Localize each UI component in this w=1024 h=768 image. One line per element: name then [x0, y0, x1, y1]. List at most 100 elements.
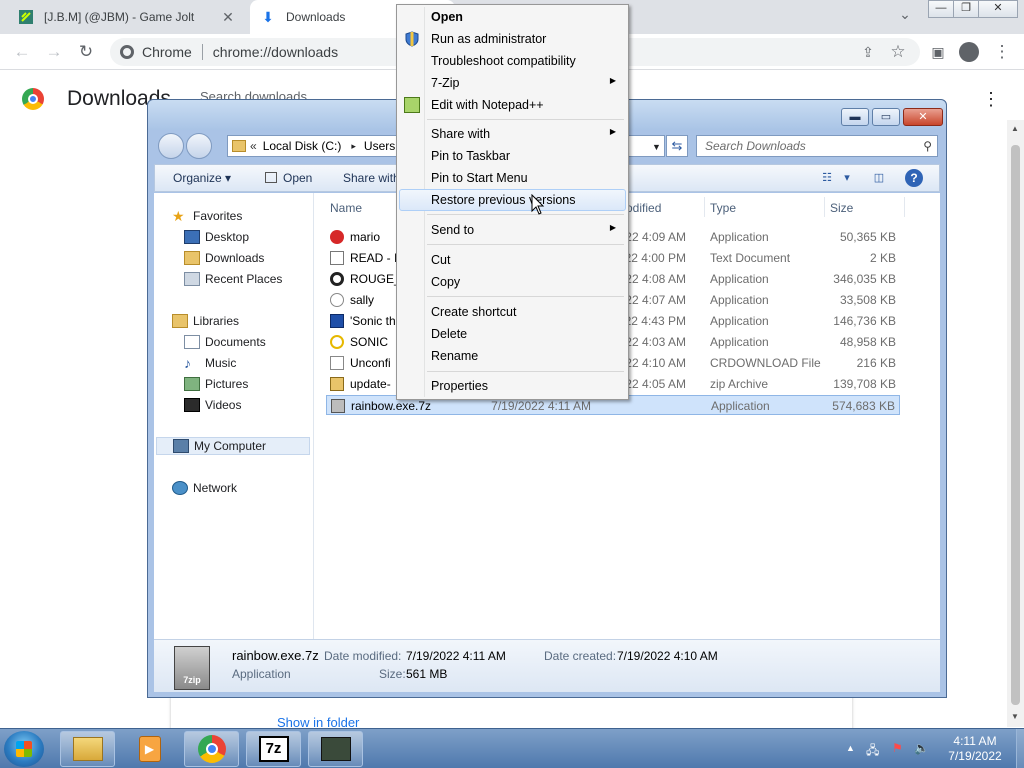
reload-icon[interactable]: ↻ — [74, 40, 98, 64]
menu-pin-taskbar[interactable]: Pin to Taskbar — [399, 145, 626, 167]
action-center-flag-icon[interactable]: ⚑ — [892, 741, 903, 755]
nav-label: Libraries — [193, 314, 240, 328]
menu-restore-previous[interactable]: Restore previous versions — [399, 189, 626, 211]
nav-desktop[interactable]: Desktop — [184, 228, 249, 246]
taskbar-explorer[interactable] — [60, 731, 115, 767]
view-options-icon[interactable]: ☷ — [817, 169, 837, 187]
menu-delete[interactable]: Delete — [399, 323, 626, 345]
nav-downloads[interactable]: Downloads — [184, 249, 264, 267]
close-button[interactable]: ✕ — [903, 108, 943, 126]
nav-libraries[interactable]: Libraries — [172, 312, 239, 330]
page-scrollbar[interactable]: ▲ ▼ — [1007, 120, 1024, 727]
column-divider[interactable] — [904, 197, 905, 217]
menu-cut[interactable]: Cut — [399, 249, 626, 271]
volume-icon[interactable]: 🔈 — [914, 741, 929, 755]
menu-label: Open — [431, 10, 463, 24]
column-divider[interactable] — [704, 197, 705, 217]
minimize-button[interactable]: ▬ — [841, 108, 869, 126]
menu-send-to[interactable]: Send to ▶ — [399, 219, 626, 241]
taskbar-7zip[interactable]: 7z — [246, 731, 301, 767]
maximize-button[interactable]: ❐ — [953, 0, 979, 18]
column-date-modified[interactable]: odified — [626, 201, 661, 215]
close-window-button[interactable]: ✕ — [978, 0, 1018, 18]
column-size[interactable]: Size — [830, 201, 853, 215]
kebab-menu-icon[interactable]: ⋮ — [990, 40, 1014, 64]
forward-arrow-icon[interactable]: → — [42, 40, 66, 64]
view-dropdown-icon[interactable]: ▾ — [837, 169, 857, 187]
menu-edit-notepadpp[interactable]: Edit with Notepad++ — [399, 94, 626, 116]
menu-label: Pin to Taskbar — [431, 149, 510, 163]
nav-music[interactable]: ♪ Music — [184, 354, 236, 372]
nav-favorites[interactable]: ★ Favorites — [172, 207, 242, 225]
scrollbar-thumb[interactable] — [1011, 145, 1020, 705]
show-desktop-button[interactable] — [1016, 729, 1024, 768]
nav-network[interactable]: Network — [172, 479, 237, 497]
scroll-down-icon[interactable]: ▼ — [1011, 712, 1019, 721]
gamejolt-icon — [18, 9, 34, 25]
file-name: rainbow.exe.7z — [351, 399, 432, 413]
menu-label: Restore previous versions — [431, 193, 576, 207]
menu-share-with[interactable]: Share with ▶ — [399, 123, 626, 145]
start-button[interactable] — [4, 731, 44, 767]
menu-rename[interactable]: Rename — [399, 345, 626, 367]
menu-7zip[interactable]: 7-Zip ▶ — [399, 72, 626, 94]
breadcrumb-local-disk[interactable]: Local Disk (C:) — [263, 139, 342, 153]
tab-gamejolt[interactable]: [J.B.M] (@JBM) - Game Jolt ✕ — [8, 0, 244, 34]
back-button[interactable] — [158, 133, 184, 159]
refresh-icon[interactable]: ⇆ — [666, 135, 688, 157]
share-with-button[interactable]: Share with — [343, 171, 400, 185]
share-icon[interactable]: ⇪ — [856, 40, 880, 64]
nav-recent-places[interactable]: Recent Places — [184, 270, 282, 288]
menu-pin-start[interactable]: Pin to Start Menu — [399, 167, 626, 189]
submenu-arrow-icon: ▶ — [609, 127, 616, 136]
file-size: 146,736 KB — [833, 314, 896, 328]
taskbar-task-manager[interactable] — [308, 731, 363, 767]
back-arrow-icon[interactable]: ← — [10, 40, 34, 64]
menu-run-as-admin[interactable]: Run as administrator — [399, 28, 626, 50]
address-dropdown-icon[interactable]: ▼ — [649, 135, 665, 157]
forward-button[interactable] — [186, 133, 212, 159]
preview-pane-icon[interactable]: ◫ — [869, 169, 889, 187]
column-name[interactable]: Name — [330, 201, 362, 215]
close-tab-icon[interactable]: ✕ — [220, 9, 236, 25]
profile-avatar-icon[interactable] — [957, 40, 981, 64]
column-type[interactable]: Type — [710, 201, 736, 215]
nav-my-computer[interactable]: My Computer — [156, 437, 310, 455]
menu-open[interactable]: Open — [399, 6, 626, 28]
help-icon[interactable]: ? — [905, 169, 923, 187]
breadcrumb-users[interactable]: Users — [364, 139, 395, 153]
tab-title: Downloads — [286, 10, 346, 24]
file-type: Application — [710, 335, 769, 349]
explorer-search-input[interactable]: Search Downloads ⚲ — [696, 135, 938, 157]
menu-label: Copy — [431, 275, 461, 289]
scroll-up-icon[interactable]: ▲ — [1011, 124, 1019, 133]
blank-file-icon — [330, 356, 344, 370]
maximize-button[interactable]: ▭ — [872, 108, 900, 126]
kebab-menu-icon[interactable]: ⋮ — [982, 89, 1000, 110]
zip-archive-icon — [330, 377, 344, 391]
system-clock[interactable]: 4:11 AM 7/19/2022 — [940, 734, 1010, 764]
taskbar-media-player[interactable]: ▶ — [122, 731, 177, 767]
open-button[interactable]: Open — [265, 171, 312, 185]
bookmark-star-icon[interactable]: ☆ — [886, 40, 910, 64]
tab-search-chevron-icon[interactable]: ⌄ — [895, 6, 915, 26]
menu-create-shortcut[interactable]: Create shortcut — [399, 301, 626, 323]
menu-troubleshoot[interactable]: Troubleshoot compatibility — [399, 50, 626, 72]
organize-button[interactable]: Organize ▾ — [173, 171, 231, 185]
taskbar-chrome[interactable] — [184, 731, 239, 767]
nav-label: My Computer — [194, 439, 267, 453]
nav-videos[interactable]: Videos — [184, 396, 241, 414]
side-panel-icon[interactable]: ▣ — [926, 40, 950, 64]
media-player-icon: ▶ — [138, 736, 161, 762]
menu-properties[interactable]: Properties — [399, 375, 626, 397]
sally-app-icon — [330, 293, 344, 307]
nav-documents[interactable]: Documents — [184, 333, 266, 351]
details-size-value: 561 MB — [406, 667, 448, 681]
minimize-button[interactable]: — — [928, 0, 954, 18]
menu-copy[interactable]: Copy — [399, 271, 626, 293]
column-divider[interactable] — [824, 197, 825, 217]
network-tray-icon[interactable]: 🖧 — [866, 741, 879, 762]
show-hidden-icons-arrow[interactable]: ▲ — [846, 743, 855, 753]
breadcrumb-overflow[interactable]: « — [250, 139, 257, 153]
nav-pictures[interactable]: Pictures — [184, 375, 248, 393]
